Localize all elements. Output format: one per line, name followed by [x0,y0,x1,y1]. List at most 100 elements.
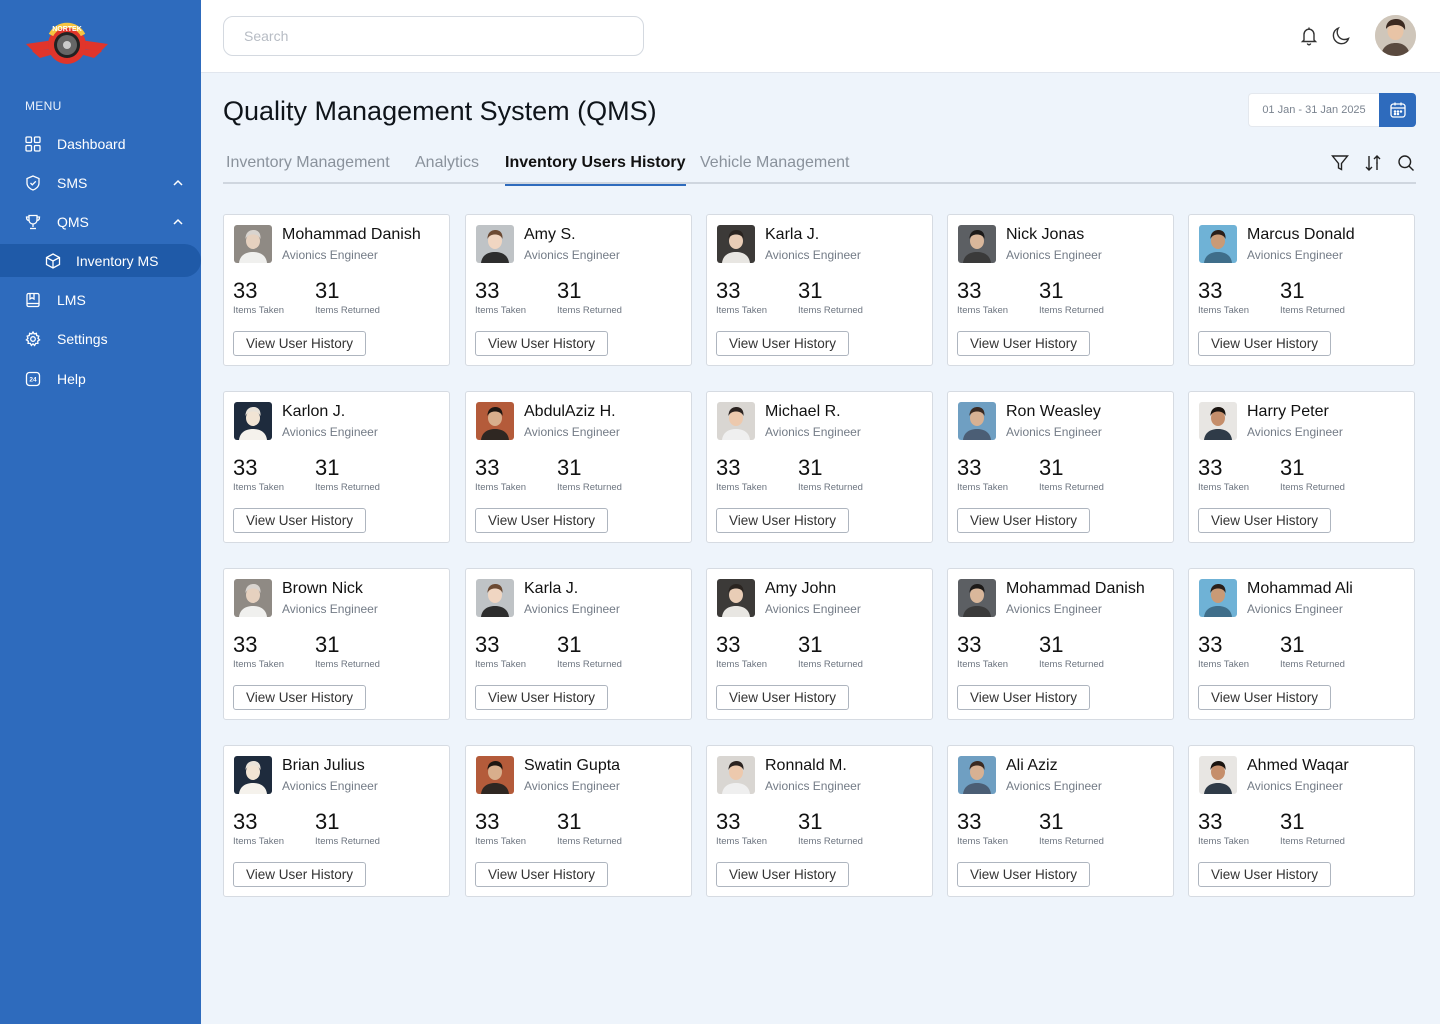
items-returned-label: Items Returned [1280,836,1345,847]
shield-icon [26,175,40,191]
items-taken-count: 33 [233,809,258,834]
view-user-history-button[interactable]: View User History [233,685,367,710]
user-name: Ronnald M. [765,757,847,774]
items-returned-label: Items Returned [1039,305,1104,316]
sidebar-item-sms[interactable]: SMS [0,166,201,200]
view-user-history-button[interactable]: View User History [233,862,367,887]
user-role: Avionics Engineer [524,425,620,439]
sidebar-item-label: SMS [57,175,88,191]
calendar-button[interactable] [1379,93,1416,127]
user-avatar[interactable] [1375,15,1416,56]
view-user-history-button[interactable]: View User History [957,331,1091,356]
sidebar-item-inventory-ms[interactable]: Inventory MS [0,244,201,277]
user-role: Avionics Engineer [1006,248,1102,262]
user-photo [1199,579,1237,617]
view-user-history-button[interactable]: View User History [1198,508,1332,533]
user-photo [717,579,755,617]
items-taken-count: 33 [716,455,741,480]
chevron-up-icon[interactable] [172,216,184,228]
sort-icon[interactable] [1364,154,1382,172]
user-card: Ali Aziz Avionics Engineer 33 Items Take… [947,745,1174,897]
items-returned-label: Items Returned [1280,482,1345,493]
items-taken-count: 33 [957,455,982,480]
user-card: Amy S. Avionics Engineer 33 Items Taken … [465,214,692,366]
items-returned-label: Items Returned [798,836,863,847]
sidebar-item-label: Settings [57,331,108,347]
user-name: Karlon J. [282,403,346,420]
tab-vehicle-management[interactable]: Vehicle Management [700,154,849,184]
svg-text:NORTEK: NORTEK [52,26,82,33]
sidebar-item-qms[interactable]: QMS [0,205,201,239]
tab-inventory-users-history[interactable]: Inventory Users History [505,154,686,186]
user-card: Ahmed Waqar Avionics Engineer 33 Items T… [1188,745,1415,897]
sidebar-item-settings[interactable]: Settings [0,322,201,356]
items-returned-count: 31 [315,455,340,480]
tab-inventory-management[interactable]: Inventory Management [226,154,390,184]
sidebar-item-help[interactable]: 24 Help [0,362,201,396]
view-user-history-button[interactable]: View User History [716,862,850,887]
chevron-up-icon[interactable] [172,177,184,189]
view-user-history-button[interactable]: View User History [233,331,367,356]
search-input[interactable] [223,16,644,56]
user-name: Harry Peter [1247,403,1329,420]
items-taken-label: Items Taken [233,482,285,493]
user-photo [717,225,755,263]
user-card: Mohammad Ali Avionics Engineer 33 Items … [1188,568,1415,720]
user-name: Amy S. [524,226,576,243]
view-user-history-button[interactable]: View User History [475,508,609,533]
items-returned-label: Items Returned [1039,659,1104,670]
view-user-history-button[interactable]: View User History [475,862,609,887]
items-taken-label: Items Taken [957,659,1009,670]
user-card: Mohammad Danish Avionics Engineer 33 Ite… [223,214,450,366]
items-taken-count: 33 [716,278,741,303]
bell-icon[interactable] [1298,25,1320,47]
items-taken-count: 33 [475,278,500,303]
view-user-history-button[interactable]: View User History [1198,685,1332,710]
items-returned-label: Items Returned [1280,659,1345,670]
menu-heading: MENU [25,99,62,113]
sidebar-item-label: Inventory MS [76,252,159,269]
items-returned-count: 31 [557,809,582,834]
nortek-logo[interactable]: NORTEK [24,18,110,68]
book-icon [26,292,40,308]
items-taken-label: Items Taken [716,482,768,493]
view-user-history-button[interactable]: View User History [957,508,1091,533]
view-user-history-button[interactable]: View User History [716,508,850,533]
items-returned-count: 31 [1039,632,1064,657]
user-name: Marcus Donald [1247,226,1355,243]
user-card: Karla J. Avionics Engineer 33 Items Take… [706,214,933,366]
user-card: AbdulAziz H. Avionics Engineer 33 Items … [465,391,692,543]
view-user-history-button[interactable]: View User History [716,331,850,356]
view-user-history-button[interactable]: View User History [233,508,367,533]
user-role: Avionics Engineer [524,248,620,262]
user-card: Karlon J. Avionics Engineer 33 Items Tak… [223,391,450,543]
user-name: Mohammad Ali [1247,580,1353,597]
view-user-history-button[interactable]: View User History [475,331,609,356]
view-user-history-button[interactable]: View User History [475,685,609,710]
items-taken-label: Items Taken [716,836,768,847]
view-user-history-button[interactable]: View User History [1198,862,1332,887]
search-icon[interactable] [1397,154,1415,172]
view-user-history-button[interactable]: View User History [957,685,1091,710]
gear-icon [25,331,41,347]
user-card: Michael R. Avionics Engineer 33 Items Ta… [706,391,933,543]
items-taken-count: 33 [1198,455,1223,480]
items-taken-count: 33 [475,632,500,657]
date-range-field[interactable]: 01 Jan - 31 Jan 2025 [1248,93,1379,127]
sidebar-item-dashboard[interactable]: Dashboard [0,127,201,161]
items-returned-count: 31 [1280,632,1305,657]
filter-icon[interactable] [1331,154,1349,172]
sidebar-item-lms[interactable]: LMS [0,283,201,317]
top-header [201,0,1440,73]
view-user-history-button[interactable]: View User History [957,862,1091,887]
tab-analytics[interactable]: Analytics [415,154,479,184]
user-name: Ali Aziz [1006,757,1058,774]
items-returned-label: Items Returned [798,659,863,670]
view-user-history-button[interactable]: View User History [716,685,850,710]
help-24-icon: 24 [25,371,41,387]
items-taken-count: 33 [716,632,741,657]
user-card: Swatin Gupta Avionics Engineer 33 Items … [465,745,692,897]
view-user-history-button[interactable]: View User History [1198,331,1332,356]
user-card: Mohammad Danish Avionics Engineer 33 Ite… [947,568,1174,720]
moon-icon[interactable] [1331,25,1353,47]
